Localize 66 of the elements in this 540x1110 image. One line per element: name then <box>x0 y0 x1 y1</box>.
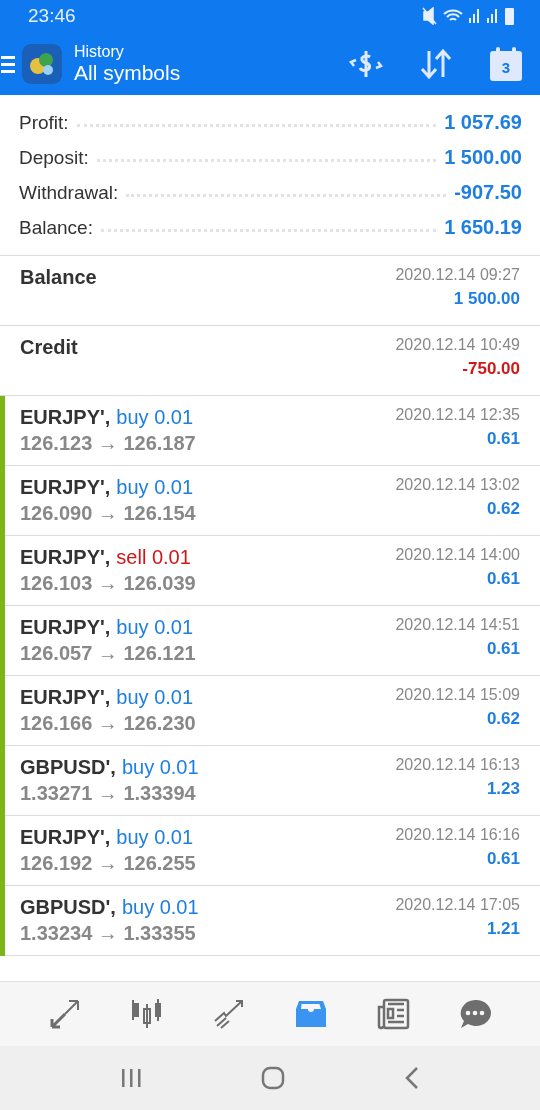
trade-time: 2020.12.14 13:02 <box>395 476 520 494</box>
trade-volume: sell 0.01 <box>116 546 191 569</box>
trade-profit: 1.23 <box>486 779 520 799</box>
signal-icon <box>487 9 499 23</box>
trade-symbol: EURJPY', <box>20 616 111 639</box>
trade-profit: 0.61 <box>486 429 520 449</box>
app-logo-icon <box>22 43 62 84</box>
operation-title: Credit <box>20 336 79 359</box>
trade-volume: buy 0.01 <box>116 476 194 499</box>
home-icon[interactable] <box>261 1066 285 1090</box>
trade-volume: buy 0.01 <box>116 616 194 639</box>
trade-profit: 0.61 <box>486 569 520 589</box>
trade-symbol: GBPUSD', <box>20 756 116 779</box>
trade-time: 2020.12.14 15:09 <box>395 686 520 704</box>
summary-label: Deposit: <box>19 147 89 169</box>
operation-time: 2020.12.14 10:49 <box>395 336 520 354</box>
mute-icon <box>422 7 437 25</box>
status-time: 23:46 <box>28 5 76 27</box>
summary-value: 1 650.19 <box>444 216 522 239</box>
trade-profit: 1.21 <box>486 919 520 939</box>
trade-prices: 126.103 → 126.039 <box>20 572 197 595</box>
trade-symbol: EURJPY', <box>20 826 111 849</box>
summary-value: -907.50 <box>454 181 522 204</box>
trade-volume: buy 0.01 <box>116 686 194 709</box>
trade-time: 2020.12.14 12:35 <box>395 406 520 424</box>
summary-label: Withdrawal: <box>19 182 119 204</box>
trade-symbol: EURJPY', <box>20 406 111 429</box>
trade-volume: buy 0.01 <box>116 406 194 429</box>
trade-profit: 0.62 <box>486 709 520 729</box>
trade-prices: 126.166 → 126.230 <box>20 712 197 735</box>
battery-icon <box>505 7 514 25</box>
recent-apps-icon[interactable] <box>119 1067 142 1089</box>
trade-time: 2020.12.14 17:05 <box>395 896 520 914</box>
trade-profit: 0.62 <box>486 499 520 519</box>
summary-label: Balance: <box>19 217 93 239</box>
operation-amount: 1 500.00 <box>453 289 520 309</box>
trade-prices: 1.33271 → 1.33394 <box>20 782 197 805</box>
symbol-filter[interactable]: All symbols <box>74 60 316 85</box>
trade-volume: buy 0.01 <box>121 896 199 919</box>
operation-time: 2020.12.14 09:27 <box>395 266 520 284</box>
trade-prices: 1.33234 → 1.33355 <box>20 922 197 945</box>
trade-prices: 126.057 → 126.121 <box>20 642 197 665</box>
trade-volume: buy 0.01 <box>121 756 199 779</box>
screen-title: History <box>74 42 125 61</box>
summary-value: 1 500.00 <box>444 146 522 169</box>
trade-prices: 126.090 → 126.154 <box>20 502 197 525</box>
trade-profit: 0.61 <box>486 639 520 659</box>
trade-time: 2020.12.14 16:16 <box>395 826 520 844</box>
signal-icon <box>469 9 481 23</box>
trade-prices: 126.123 → 126.187 <box>20 432 197 455</box>
operation-title: Balance <box>20 266 98 289</box>
wifi-icon <box>443 9 463 23</box>
summary-label: Profit: <box>19 112 69 134</box>
trade-volume: buy 0.01 <box>116 826 194 849</box>
back-icon[interactable] <box>404 1066 421 1090</box>
summary-value: 1 057.69 <box>444 111 522 134</box>
trade-prices: 126.192 → 126.255 <box>20 852 197 875</box>
trade-time: 2020.12.14 14:51 <box>395 616 520 634</box>
trade-time: 2020.12.14 14:00 <box>395 546 520 564</box>
trade-symbol: EURJPY', <box>20 686 111 709</box>
operation-amount: -750.00 <box>462 359 520 379</box>
trade-symbol: EURJPY', <box>20 476 111 499</box>
trade-symbol: GBPUSD', <box>20 896 116 919</box>
trade-profit: 0.61 <box>486 849 520 869</box>
trade-time: 2020.12.14 16:13 <box>395 756 520 774</box>
trade-symbol: EURJPY', <box>20 546 111 569</box>
